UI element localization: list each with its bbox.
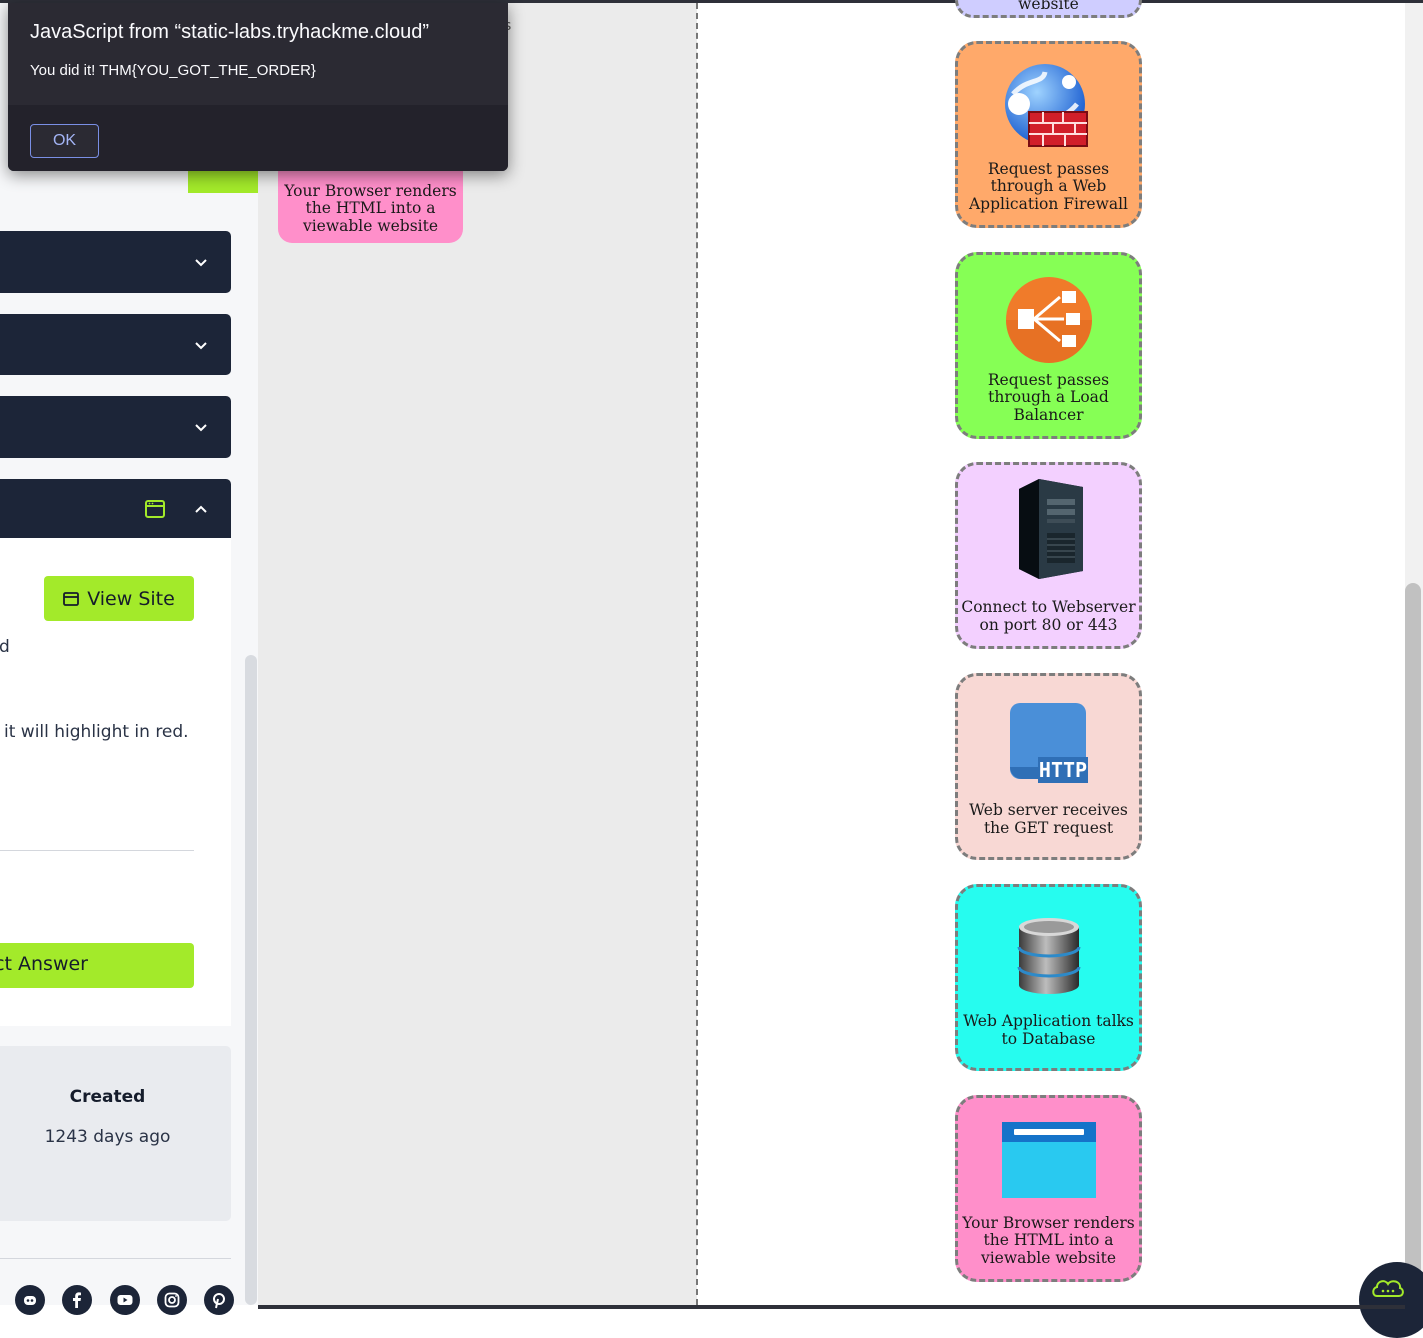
youtube-icon[interactable] [110,1285,140,1315]
http-icon: HTTP [958,701,1139,806]
step-card-label: Request passes through a Load Balancer [987,370,1110,424]
dialog-ok-button[interactable]: OK [30,124,99,158]
browser-window-icon [958,1122,1139,1227]
facebook-icon[interactable] [62,1285,92,1315]
view-site-label: View Site [87,587,175,610]
submit-answer-label: ct Answer [0,953,88,975]
step-card-database[interactable]: Web Application talks to Database [955,884,1142,1071]
task-accordion-4-open[interactable] [0,479,231,540]
created-value: 1243 days ago [44,1127,171,1147]
answer-divider [0,850,194,851]
chevron-down-icon [195,341,207,349]
page-scrollbar-thumb[interactable] [1405,583,1421,1303]
step-card-label: Your Browser renders the HTML into a vie… [284,181,457,235]
step-card-label: Web server receives the GET request [969,801,1128,837]
task-panel-scrollbar[interactable] [245,655,257,1305]
step-card-label: Web Application talks to Database [963,1012,1134,1048]
chat-icon [1372,1280,1404,1297]
browser-icon [63,591,80,606]
step-card-webserver[interactable]: Connect to Webserver on port 80 or 443 [955,462,1142,649]
task-text-instruction: it will highlight in red. [4,722,189,742]
step-card-label: Connect to Webserver on port 80 or 443 [961,598,1136,634]
view-site-button[interactable]: View Site [44,576,194,621]
step-card-http[interactable]: HTTP Web server receives the GET request [955,673,1142,860]
chevron-down-icon [195,424,207,432]
task-text-fragment: d [0,637,10,657]
submit-answer-button[interactable]: ct Answer [0,943,194,988]
pinterest-icon[interactable] [204,1285,234,1315]
load-balancer-icon [958,275,1139,380]
database-icon [958,917,1139,1022]
task-accordion-2[interactable] [0,314,231,375]
dialog-title: JavaScript from “static-labs.tryhackme.c… [30,21,430,43]
step-card-firewall[interactable]: Request passes through a Web Application… [955,41,1142,228]
site-window-icon [145,500,165,518]
instagram-icon[interactable] [157,1285,187,1315]
server-icon [958,477,1139,582]
step-card-partial[interactable]: website [955,0,1142,18]
javascript-alert-dialog: JavaScript from “static-labs.tryhackme.c… [8,3,508,171]
chevron-down-icon [195,259,207,267]
svg-text:HTTP: HTTP [1038,758,1086,782]
step-card-label: website [1018,0,1079,13]
window-bottom-border [258,1305,1405,1309]
firewall-icon [958,64,1139,169]
task-accordion-1[interactable] [0,231,231,293]
step-card-browser[interactable]: Your Browser renders the HTML into a vie… [955,1095,1142,1282]
dialog-message: You did it! THM{YOU_GOT_THE_ORDER} [30,62,316,79]
step-card-label: Your Browser renders the HTML into a vie… [962,1213,1135,1267]
chevron-up-icon [195,505,207,513]
step-card-label: Request passes through a Web Application… [968,159,1129,213]
dialog-footer: OK [8,105,508,171]
footer-divider [0,1258,231,1259]
created-label: Created [69,1087,146,1107]
chat-support-button[interactable] [1359,1262,1423,1338]
discord-icon[interactable] [15,1285,45,1315]
step-card-load-balancer[interactable]: Request passes through a Load Balancer [955,252,1142,439]
task-accordion-3[interactable] [0,396,231,458]
